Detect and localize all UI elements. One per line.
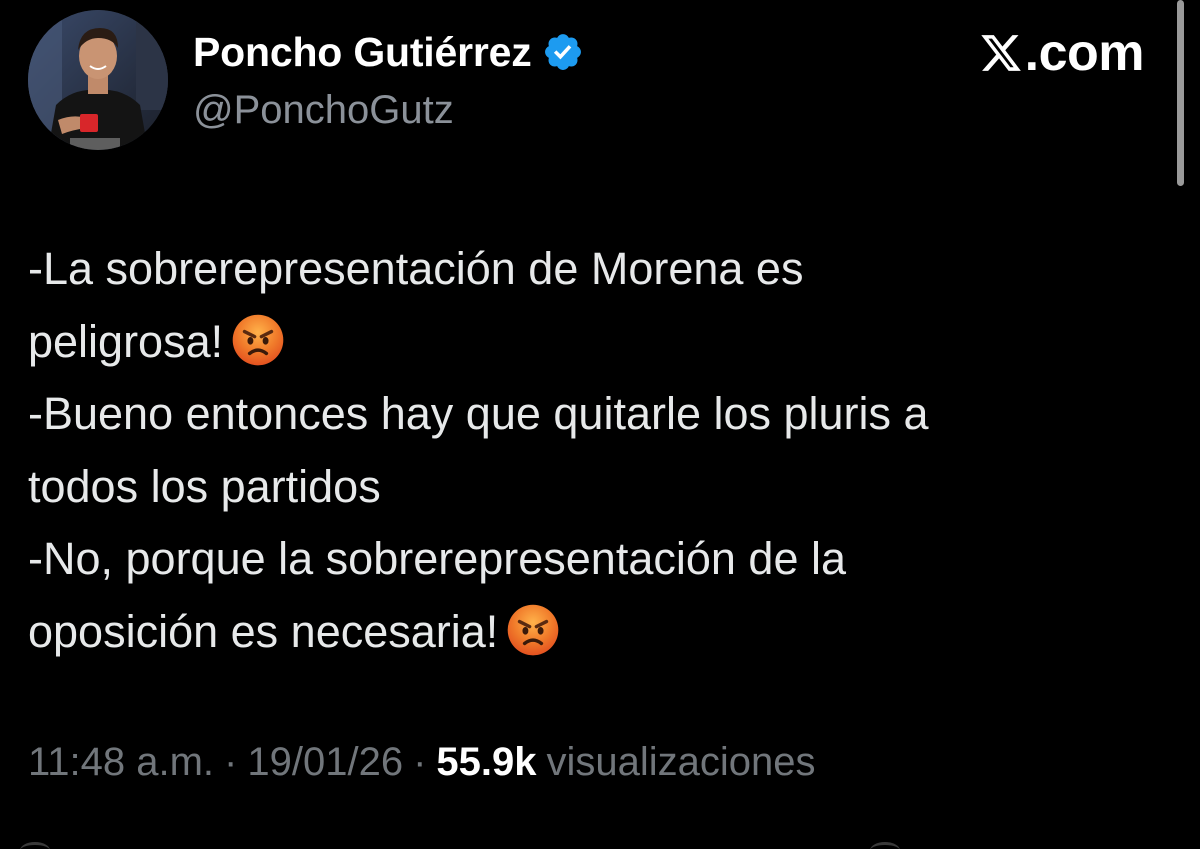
angry-face-emoji-icon [231,313,285,367]
cut-off-action-row [0,838,1200,849]
meta-separator: · [224,740,238,784]
brand-watermark: .com [979,24,1145,82]
angry-face-emoji-icon [506,603,560,657]
user-handle[interactable]: @PonchoGutz [193,88,454,133]
views-label[interactable]: visualizaciones [547,740,816,785]
tweet-line: -Bueno entonces hay que quitarle los plu… [28,388,929,439]
tweet-line-text: peligrosa! [28,315,224,367]
tweet-date[interactable]: 19/01/26 [247,740,403,785]
avatar[interactable] [28,10,168,150]
tweet-line-text: oposición es necesaria! [28,605,499,657]
partial-icon [870,842,900,849]
meta-separator: · [413,740,427,784]
scrollbar-thumb[interactable] [1177,0,1184,186]
author-name-row[interactable]: Poncho Gutiérrez [193,24,584,80]
tweet-line: -La sobrerepresentación de Morena es [28,243,804,294]
tweet-line-with-emoji: oposición es necesaria! [28,596,1148,669]
tweet-metadata: 11:48 a.m. · 19/01/26 · 55.9k visualizac… [28,740,816,785]
avatar-photo [28,10,168,150]
partial-icon [20,842,50,849]
tweet-line: todos los partidos [28,460,381,512]
display-name[interactable]: Poncho Gutiérrez [193,29,532,76]
views-count[interactable]: 55.9k [436,740,536,785]
tweet-line: -No, porque la sobrerepresentación de la [28,533,846,584]
tweet-line-with-emoji: peligrosa! [28,306,1148,379]
x-logo-icon [979,31,1023,75]
brand-text: .com [1024,24,1145,82]
tweet-time[interactable]: 11:48 a.m. [28,740,214,785]
verified-badge-icon [542,31,584,73]
tweet-body: -La sobrerepresentación de Morena es pel… [28,233,1148,668]
